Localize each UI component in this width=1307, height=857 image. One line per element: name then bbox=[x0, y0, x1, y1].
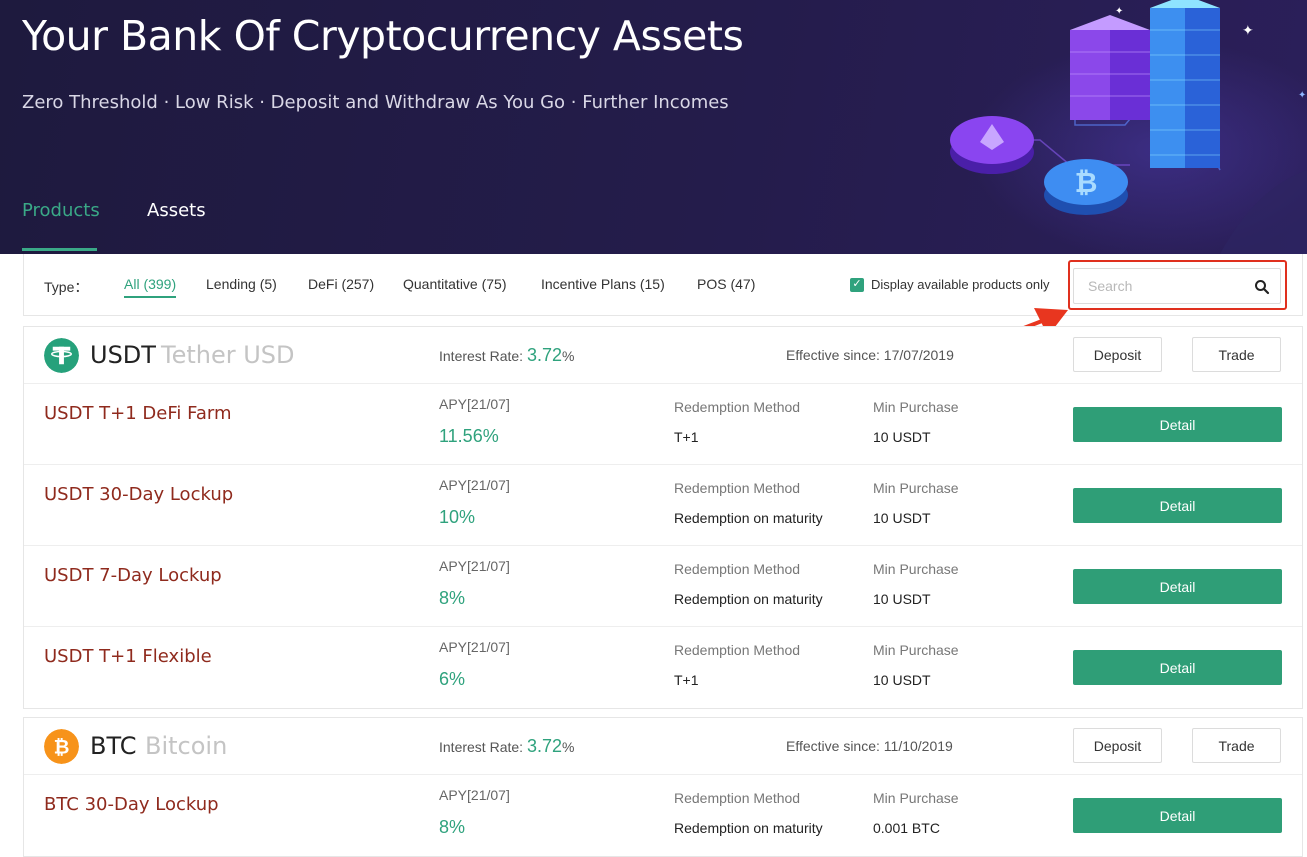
coin-symbol: USDT bbox=[90, 341, 156, 369]
apy-value: 10% bbox=[439, 507, 476, 527]
apy-label: APY[21/07] bbox=[439, 396, 510, 412]
redemption-value: Redemption on maturity bbox=[674, 820, 823, 836]
filter-quantitative[interactable]: Quantitative (75) bbox=[403, 276, 507, 292]
svg-text:✦: ✦ bbox=[1298, 90, 1306, 101]
redemption-label: Redemption Method bbox=[674, 480, 801, 496]
search-box bbox=[1073, 268, 1281, 304]
interest-rate-label: Interest Rate: bbox=[439, 348, 524, 364]
available-only-toggle[interactable]: ✓ Display available products only bbox=[850, 277, 1049, 292]
apy-value: 8% bbox=[439, 817, 466, 837]
product-row: BTC 30-Day Lockup APY[21/07] 8% Redempti… bbox=[24, 775, 1302, 856]
redemption-label: Redemption Method bbox=[674, 790, 801, 806]
coin-card-usdt: USDT Tether USD Interest Rate: 3.72% Eff… bbox=[23, 326, 1303, 709]
product-name[interactable]: USDT 30-Day Lockup bbox=[44, 484, 233, 505]
main-tabs: Products Assets bbox=[22, 200, 206, 251]
coin-name: Bitcoin bbox=[145, 732, 228, 760]
effective-since: Effective since: 11/10/2019 bbox=[786, 738, 953, 754]
interest-rate-value: 3.72 bbox=[526, 736, 562, 756]
available-only-label: Display available products only bbox=[871, 277, 1050, 292]
redemption-value: T+1 bbox=[674, 672, 699, 688]
min-purchase-label: Min Purchase bbox=[873, 790, 959, 806]
trade-button[interactable]: Trade bbox=[1192, 728, 1281, 763]
min-purchase-value: 10 USDT bbox=[873, 591, 931, 607]
coin-symbol: BTC bbox=[90, 732, 137, 760]
detail-button[interactable]: Detail bbox=[1073, 569, 1282, 604]
apy-value: 8% bbox=[439, 588, 466, 608]
trade-button[interactable]: Trade bbox=[1192, 337, 1281, 372]
apy-label: APY[21/07] bbox=[439, 787, 510, 803]
svg-text:₿: ₿ bbox=[1075, 166, 1098, 199]
page-title: Your Bank Of Cryptocurrency Assets bbox=[22, 12, 744, 60]
detail-button[interactable]: Detail bbox=[1073, 650, 1282, 685]
detail-button[interactable]: Detail bbox=[1073, 488, 1282, 523]
deposit-button[interactable]: Deposit bbox=[1073, 337, 1162, 372]
apy-value: 6% bbox=[439, 669, 466, 689]
redemption-label: Redemption Method bbox=[674, 642, 801, 658]
tab-products[interactable]: Products bbox=[22, 200, 100, 251]
interest-rate: Interest Rate: 3.72% bbox=[439, 345, 574, 366]
filter-pos[interactable]: POS (47) bbox=[697, 276, 755, 292]
interest-rate-value: 3.72 bbox=[526, 345, 562, 365]
product-row: USDT 30-Day Lockup APY[21/07] 10% Redemp… bbox=[24, 465, 1302, 546]
effective-since: Effective since: 17/07/2019 bbox=[786, 347, 954, 363]
min-purchase-label: Min Purchase bbox=[873, 642, 959, 658]
detail-button[interactable]: Detail bbox=[1073, 798, 1282, 833]
min-purchase-value: 0.001 BTC bbox=[873, 820, 940, 836]
product-name[interactable]: USDT T+1 Flexible bbox=[44, 646, 212, 667]
coin-name: Tether USD bbox=[161, 341, 295, 369]
min-purchase-label: Min Purchase bbox=[873, 561, 959, 577]
type-label: Type： bbox=[44, 279, 89, 295]
product-name[interactable]: USDT 7-Day Lockup bbox=[44, 565, 222, 586]
min-purchase-value: 10 USDT bbox=[873, 429, 931, 445]
apy-label: APY[21/07] bbox=[439, 477, 510, 493]
product-row: USDT T+1 Flexible APY[21/07] 6% Redempti… bbox=[24, 627, 1302, 708]
apy-label: APY[21/07] bbox=[439, 639, 510, 655]
redemption-value: Redemption on maturity bbox=[674, 510, 823, 526]
interest-rate-unit: % bbox=[561, 739, 575, 755]
search-input[interactable] bbox=[1074, 269, 1244, 303]
product-row: USDT T+1 DeFi Farm APY[21/07] 11.56% Red… bbox=[24, 384, 1302, 465]
search-icon[interactable] bbox=[1254, 279, 1270, 295]
coin-header: USDT Tether USD Interest Rate: 3.72% Eff… bbox=[24, 327, 1302, 384]
product-name[interactable]: BTC 30-Day Lockup bbox=[44, 794, 219, 815]
min-purchase-value: 10 USDT bbox=[873, 510, 931, 526]
redemption-value: Redemption on maturity bbox=[674, 591, 823, 607]
min-purchase-label: Min Purchase bbox=[873, 399, 959, 415]
redemption-value: T+1 bbox=[674, 429, 699, 445]
filter-lending[interactable]: Lending (5) bbox=[206, 276, 277, 292]
interest-rate-label: Interest Rate: bbox=[439, 739, 524, 755]
filter-all[interactable]: All (399) bbox=[124, 276, 177, 298]
apy-value: 11.56% bbox=[439, 426, 499, 446]
svg-text:✦: ✦ bbox=[1115, 6, 1123, 17]
deposit-button[interactable]: Deposit bbox=[1073, 728, 1162, 763]
redemption-label: Redemption Method bbox=[674, 561, 801, 577]
hero-banner: Your Bank Of Cryptocurrency Assets Zero … bbox=[0, 0, 1307, 254]
tab-assets[interactable]: Assets bbox=[147, 200, 206, 251]
product-row: USDT 7-Day Lockup APY[21/07] 8% Redempti… bbox=[24, 546, 1302, 627]
crypto-illustration: ₿ ✦ ✦ ✦ ✦ bbox=[950, 0, 1307, 254]
interest-rate-unit: % bbox=[561, 348, 575, 364]
filter-defi[interactable]: DeFi (257) bbox=[308, 276, 374, 292]
bitcoin-icon: ₿ bbox=[44, 729, 79, 764]
filter-incentive-plans[interactable]: Incentive Plans (15) bbox=[541, 276, 665, 292]
hero-subtitle: Zero Threshold · Low Risk · Deposit and … bbox=[22, 92, 729, 113]
coin-header: ₿ BTC Bitcoin Interest Rate: 3.72% Effec… bbox=[24, 718, 1302, 775]
min-purchase-value: 10 USDT bbox=[873, 672, 931, 688]
interest-rate: Interest Rate: 3.72% bbox=[439, 736, 574, 757]
coin-card-btc: ₿ BTC Bitcoin Interest Rate: 3.72% Effec… bbox=[23, 717, 1303, 857]
svg-text:✦: ✦ bbox=[1242, 23, 1254, 39]
product-name[interactable]: USDT T+1 DeFi Farm bbox=[44, 403, 231, 424]
apy-label: APY[21/07] bbox=[439, 558, 510, 574]
min-purchase-label: Min Purchase bbox=[873, 480, 959, 496]
redemption-label: Redemption Method bbox=[674, 399, 801, 415]
svg-text:₿: ₿ bbox=[54, 735, 70, 758]
checkbox-checked-icon[interactable]: ✓ bbox=[850, 277, 864, 292]
detail-button[interactable]: Detail bbox=[1073, 407, 1282, 442]
tether-icon bbox=[44, 338, 79, 373]
